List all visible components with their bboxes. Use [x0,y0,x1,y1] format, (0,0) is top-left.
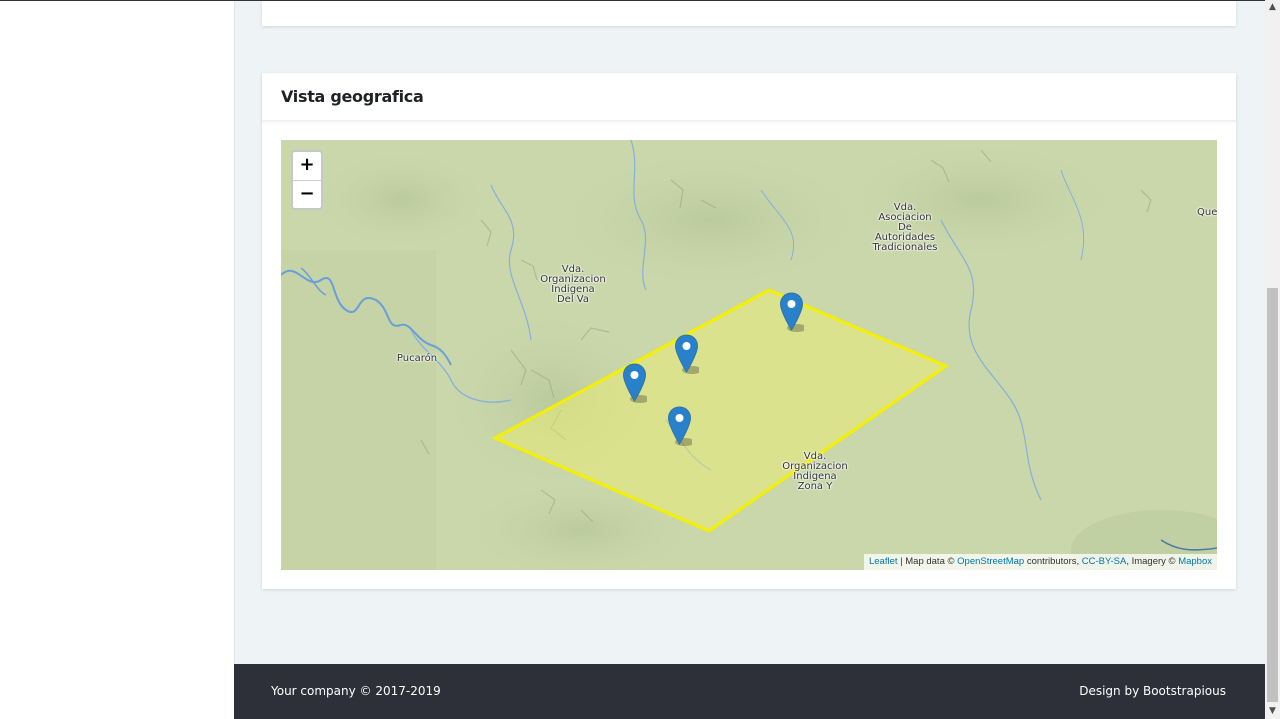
zoom-control: + − [291,150,323,210]
map-label-vda-asociacion: Vda. Asociacion De Autoridades Tradicion… [872,202,938,253]
cc-by-sa-link[interactable]: CC-BY-SA [1082,556,1127,567]
zoom-out-button[interactable]: − [293,181,321,209]
main-content: Vista geografica + − Vda. Asociacion De … [235,1,1265,664]
sidebar [0,1,235,719]
footer: Your company © 2017-2019 Design by Boots… [234,664,1265,719]
openstreetmap-link[interactable]: OpenStreetMap [957,556,1024,567]
map-marker-pin[interactable] [622,363,647,404]
map-marker-pin[interactable] [779,292,804,333]
map-label-que: Que [1197,207,1217,218]
card-header: Vista geografica [262,73,1236,121]
card-title: Vista geografica [281,87,424,106]
mapbox-link[interactable]: Mapbox [1178,556,1212,567]
map-marker-pin[interactable] [667,406,692,447]
previous-card [262,1,1236,26]
footer-copyright: Your company © 2017-2019 [271,684,441,698]
map-attribution: Leaflet | Map data © OpenStreetMap contr… [863,554,1217,570]
map-label-pucaron: Pucarón [396,353,438,364]
scroll-down-icon[interactable]: ▼ [1265,704,1280,719]
scroll-thumb[interactable] [1267,288,1278,702]
leaflet-link[interactable]: Leaflet [869,556,898,567]
map-label-vda-organizacion-del-va: Vda. Organizacion Indigena Del Va [540,264,606,305]
footer-credit: Design by Bootstrapious [1079,684,1226,698]
scroll-up-icon[interactable]: ▲ [1265,0,1280,15]
map-marker-pin[interactable] [674,334,699,375]
geo-card: Vista geografica + − Vda. Asociacion De … [262,73,1236,589]
scrollbar[interactable]: ▲ ▼ [1265,0,1280,719]
map-label-vda-organizacion-zona-y: Vda. Organizacion Indigena Zona Y [782,451,848,492]
zoom-in-button[interactable]: + [293,152,321,181]
map[interactable]: + − Vda. Asociacion De Autoridades Tradi… [281,140,1217,570]
